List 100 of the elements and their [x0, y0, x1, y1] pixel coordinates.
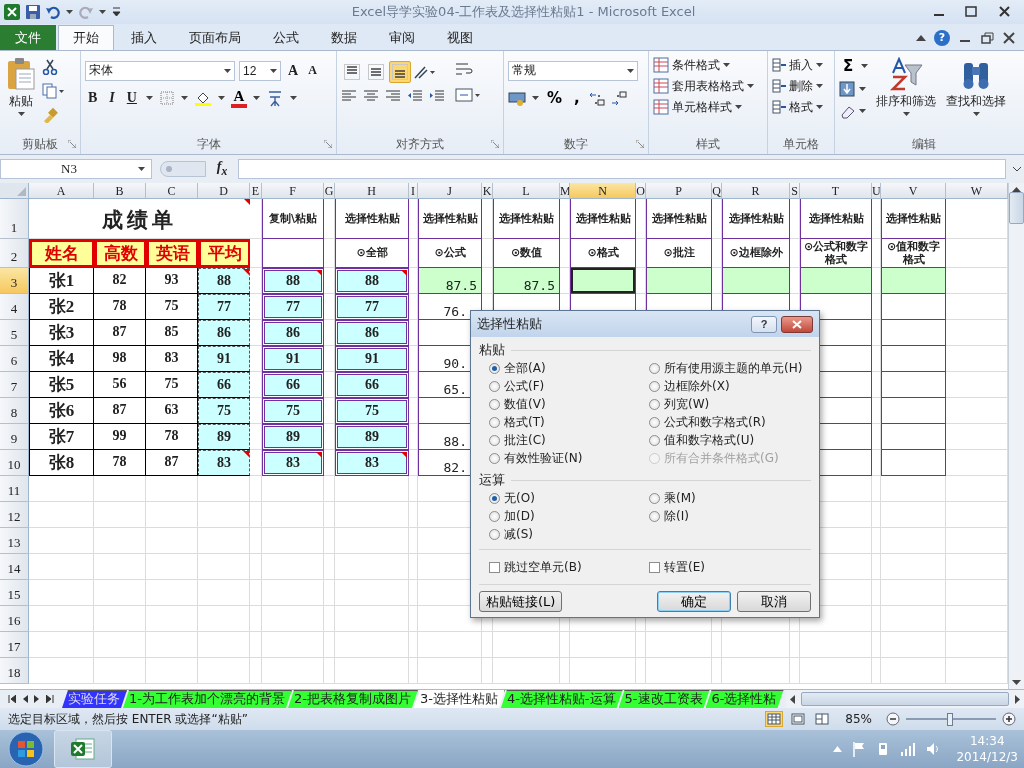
group-label: 编辑: [912, 136, 936, 154]
radio-label[interactable]: 减(S): [504, 525, 533, 543]
radio-label[interactable]: 加(D): [504, 507, 535, 525]
style-menu-button[interactable]: 单元格样式: [653, 98, 763, 116]
radio-label[interactable]: 边框除外(X): [664, 377, 730, 395]
table-cell: 89: [335, 423, 409, 450]
dialog-button[interactable]: 取消: [737, 591, 811, 612]
sheet-tab[interactable]: 3-选择性粘贴: [413, 690, 505, 709]
table-cell: 张8: [29, 449, 94, 476]
table-cell: 88: [335, 267, 409, 294]
underline-button[interactable]: U: [123, 90, 140, 107]
ribbon-tab[interactable]: 文件: [0, 24, 56, 50]
sum-button[interactable]: Σ: [839, 56, 858, 75]
comma-button[interactable]: ,: [570, 88, 584, 107]
table-cell: ⊙批注: [646, 238, 712, 268]
zoom-level[interactable]: 85%: [837, 712, 880, 727]
row-header[interactable]: 7: [0, 371, 29, 398]
sheet-tab[interactable]: 4-选择性粘贴-运算: [500, 690, 623, 709]
number-format-dropdown[interactable]: 常规: [508, 60, 638, 81]
sheet-tab[interactable]: 1-为工作表加个漂亮的背景: [123, 690, 292, 709]
row-header[interactable]: 18: [0, 657, 29, 684]
table-cell: 88: [262, 267, 324, 294]
table-cell: 选择性粘贴: [570, 198, 636, 239]
row-header[interactable]: 10: [0, 449, 29, 476]
help-button[interactable]: ?: [751, 315, 777, 333]
cells-menu-button[interactable]: 插入: [772, 56, 830, 74]
table-cell: 张5: [29, 371, 94, 398]
checkbox-label[interactable]: 转置(E): [664, 558, 705, 576]
ribbon-tab[interactable]: 插入: [116, 24, 172, 50]
font-size-dropdown[interactable]: 12: [239, 60, 281, 81]
radio-label[interactable]: 无(O): [504, 489, 535, 507]
radio-label[interactable]: 乘(M): [664, 489, 696, 507]
row-header[interactable]: 17: [0, 631, 29, 658]
row-header[interactable]: 16: [0, 605, 29, 632]
radio-label[interactable]: 公式和数字格式(R): [664, 413, 766, 431]
style-menu-button[interactable]: 条件格式: [653, 56, 763, 74]
ribbon-tab[interactable]: 审阅: [374, 24, 430, 50]
row-header[interactable]: 12: [0, 501, 29, 528]
table-cell: 87: [94, 397, 146, 424]
radio-label[interactable]: 有效性验证(N): [504, 449, 583, 467]
paste-button[interactable]: 粘贴: [4, 54, 38, 136]
cells-menu-button[interactable]: 删除: [772, 77, 830, 95]
column-header[interactable]: G: [324, 182, 335, 199]
dialog-button[interactable]: 确定: [657, 591, 731, 612]
shrink-font-button[interactable]: A: [305, 63, 320, 79]
row-header[interactable]: 1: [0, 198, 29, 239]
ribbon-tab[interactable]: 视图: [432, 24, 488, 50]
table-cell: 98: [94, 345, 146, 372]
group-label: 对齐方式: [396, 136, 444, 154]
dialog-button[interactable]: 粘贴链接(L): [479, 591, 563, 612]
row-header[interactable]: 4: [0, 293, 29, 320]
radio-label[interactable]: 全部(A): [504, 359, 546, 377]
row-header[interactable]: 9: [0, 423, 29, 450]
bold-button[interactable]: B: [85, 90, 101, 107]
row-header[interactable]: 5: [0, 319, 29, 346]
radio-label[interactable]: 值和数字格式(U): [664, 431, 755, 449]
ribbon-tab[interactable]: 开始: [58, 24, 114, 50]
row-header[interactable]: 8: [0, 397, 29, 424]
radio-label[interactable]: 所有使用源主题的单元(H): [664, 359, 803, 377]
radio-label[interactable]: 批注(C): [504, 431, 546, 449]
table-cell: 张3: [29, 319, 94, 346]
ribbon-tab[interactable]: 数据: [316, 24, 372, 50]
row-header[interactable]: 11: [0, 475, 29, 502]
radio-label[interactable]: 格式(T): [504, 413, 545, 431]
ribbon-tab[interactable]: 公式: [258, 24, 314, 50]
section-label: 运算: [479, 471, 505, 489]
row-header[interactable]: 15: [0, 579, 29, 606]
row-header[interactable]: 6: [0, 345, 29, 372]
insert-function-button[interactable]: f$_{x}$: [210, 159, 234, 179]
radio-label[interactable]: 除(I): [664, 507, 689, 525]
row-header[interactable]: 2: [0, 238, 29, 268]
table-cell: 77: [335, 293, 409, 320]
table-cell: 选择性粘贴: [493, 198, 560, 239]
group-label: 字体: [196, 136, 221, 154]
radio-label[interactable]: 公式(F): [504, 377, 545, 395]
help-button[interactable]: ?: [934, 29, 950, 46]
find-select-button[interactable]: 查找和选择: [944, 54, 1009, 136]
radio-label[interactable]: 列宽(W): [664, 395, 710, 413]
cells-menu-button[interactable]: 格式: [772, 98, 830, 116]
row-header[interactable]: 3: [0, 267, 29, 294]
sheet-tab[interactable]: 2-把表格复制成图片: [287, 690, 418, 709]
style-menu-button[interactable]: 套用表格格式: [653, 77, 763, 95]
font-color-button[interactable]: A: [230, 88, 247, 108]
column-heading-cell: 姓名: [29, 238, 94, 268]
italic-button[interactable]: I: [106, 90, 118, 107]
sort-filter-button[interactable]: 排序和筛选: [874, 54, 939, 136]
table-cell: 66: [262, 371, 324, 398]
name-box[interactable]: N3: [0, 158, 152, 179]
sheet-tab[interactable]: 实验任务: [62, 690, 127, 709]
checkbox-label[interactable]: 跳过空单元(B): [504, 558, 582, 576]
grow-font-button[interactable]: A: [285, 62, 302, 79]
row-header[interactable]: 13: [0, 527, 29, 554]
sheet-tab[interactable]: 6-选择性粘: [705, 690, 784, 709]
ribbon-tab[interactable]: 页面布局: [174, 24, 256, 50]
radio-label[interactable]: 数值(V): [504, 395, 546, 413]
sheet-tab[interactable]: 5-速改工资表: [618, 690, 710, 709]
font-name-dropdown[interactable]: 宋体: [85, 60, 235, 81]
row-header[interactable]: 14: [0, 553, 29, 580]
table-cell: 83: [262, 449, 324, 476]
percent-button[interactable]: %: [543, 88, 567, 107]
